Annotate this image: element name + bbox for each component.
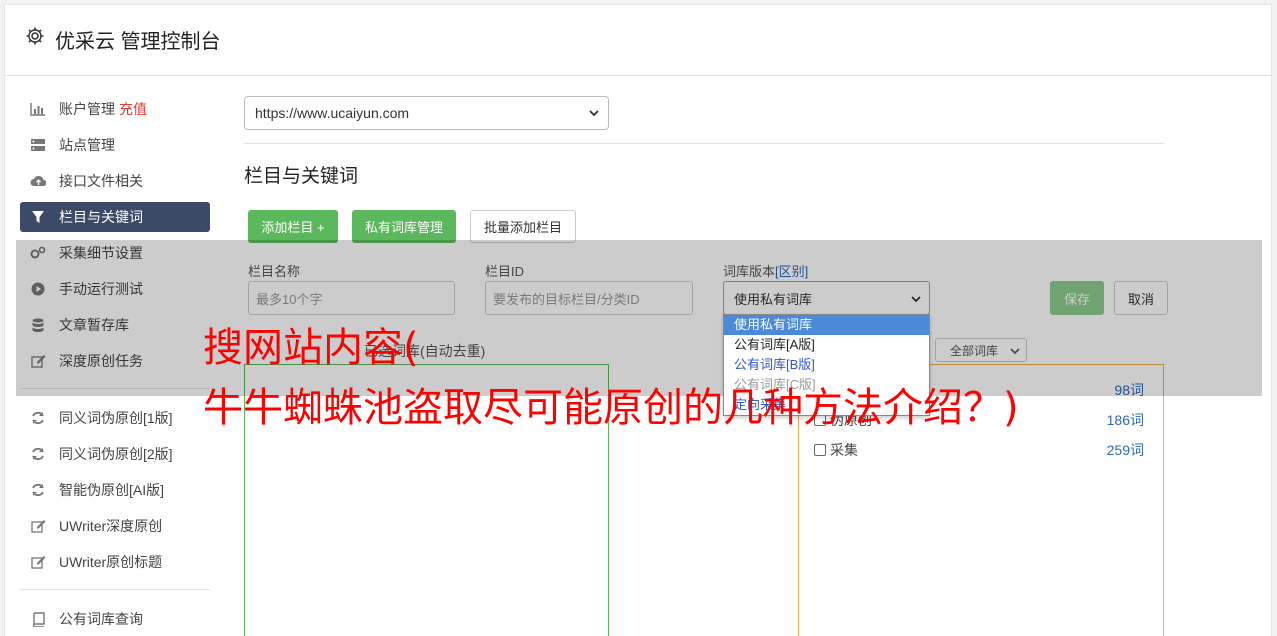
cloud-upload-icon — [30, 173, 46, 189]
filter-icon — [30, 209, 46, 225]
edit-icon — [30, 518, 46, 534]
add-column-button[interactable]: 添加栏目 + — [248, 210, 338, 243]
site-select-value: https://www.ucaiyun.com — [255, 105, 410, 121]
refresh-icon — [30, 410, 46, 426]
refresh-icon — [30, 446, 46, 462]
sidebar-divider — [20, 589, 210, 590]
private-library-button[interactable]: 私有词库管理 — [352, 210, 456, 243]
library-count: 259词 — [1106, 442, 1144, 458]
sidebar-item-api-files[interactable]: 接口文件相关 — [20, 166, 210, 196]
section-title: 栏目与关键词 — [244, 166, 359, 187]
library-checkbox[interactable] — [814, 444, 826, 456]
sidebar-item-label: 智能伪原创[AI版] — [59, 482, 165, 498]
sidebar-item-label: 接口文件相关 — [59, 173, 143, 189]
book-icon — [30, 611, 46, 627]
divider — [244, 143, 1164, 144]
server-icon — [30, 137, 46, 153]
sidebar-item-label: UWriter原创标题 — [59, 554, 163, 570]
refresh-icon — [30, 482, 46, 498]
sidebar-item-synonym-v1[interactable]: 同义词伪原创[1版] — [20, 403, 210, 433]
sidebar-item-account[interactable]: 账户管理 充值 — [20, 94, 210, 124]
overlay-caption: 搜网站内容( 牛牛蜘蛛池盗取尽可能原创的几种方法介绍？) — [203, 318, 1019, 438]
sidebar-item-label: 栏目与关键词 — [59, 209, 143, 225]
edit-icon — [30, 554, 46, 570]
recharge-link[interactable]: 充值 — [119, 99, 147, 119]
sidebar-item-uwriter-deep[interactable]: UWriter深度原创 — [20, 511, 210, 541]
site-select[interactable]: https://www.ucaiyun.com — [244, 96, 609, 130]
sidebar-item-uwriter-title[interactable]: UWriter原创标题 — [20, 547, 210, 577]
sidebar-item-label: UWriter深度原创 — [59, 518, 163, 534]
bar-chart-icon — [30, 101, 46, 117]
sidebar-item-sites[interactable]: 站点管理 — [20, 130, 210, 160]
batch-add-column-button[interactable]: 批量添加栏目 — [470, 210, 576, 243]
gear-icon — [26, 27, 44, 45]
sidebar-item-label: 账户管理 — [59, 101, 115, 117]
sidebar-item-label: 同义词伪原创[1版] — [59, 410, 173, 426]
sidebar-item-public-lib-query[interactable]: 公有词库查询 — [20, 604, 210, 634]
app-title: 优采云 管理控制台 — [55, 31, 221, 53]
sidebar-item-synonym-v2[interactable]: 同义词伪原创[2版] — [20, 439, 210, 469]
sidebar-item-ai-rewrite[interactable]: 智能伪原创[AI版] — [20, 475, 210, 505]
sidebar-item-label: 同义词伪原创[2版] — [59, 446, 173, 462]
chevron-down-icon — [589, 110, 599, 117]
sidebar-item-columns-keywords[interactable]: 栏目与关键词 — [20, 202, 210, 232]
overlay-caption-line: 牛牛蜘蛛池盗取尽可能原创的几种方法介绍？) — [203, 385, 1019, 431]
sidebar-item-label: 站点管理 — [59, 137, 115, 153]
library-row[interactable]: 采集 259词 — [814, 440, 1144, 460]
sidebar-item-label: 公有词库查询 — [59, 611, 143, 627]
header: 优采云 管理控制台 — [5, 5, 1271, 76]
library-count: 186词 — [1106, 412, 1144, 428]
overlay-caption-line: 搜网站内容( — [203, 325, 419, 371]
library-name: 采集 — [830, 442, 858, 458]
